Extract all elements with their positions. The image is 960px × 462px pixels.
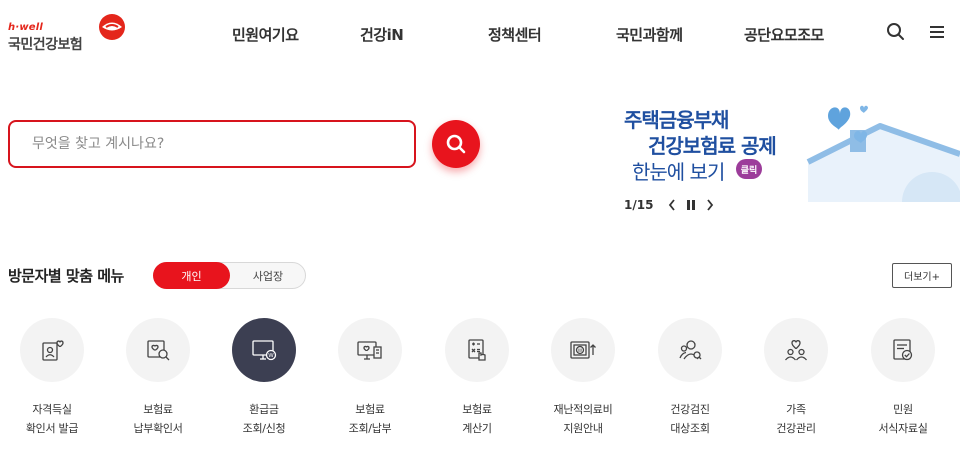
house-illustration-icon xyxy=(806,105,960,202)
quick-menu-label: 보험료 조회/납부 xyxy=(348,403,392,435)
menu-icon[interactable] xyxy=(927,22,947,42)
nav-item-civil-service[interactable]: 민원여기요 xyxy=(232,24,299,45)
people-search-icon xyxy=(679,340,702,360)
logo[interactable]: h·well 국민건강보험 xyxy=(8,12,128,54)
quick-menu-label: 가족 건강관리 xyxy=(776,403,816,435)
toggle-individual[interactable]: 개인 xyxy=(153,262,230,289)
quick-menu-item[interactable]: W 재난적의료비 지원안내 xyxy=(530,318,636,438)
monitor-won-icon: W xyxy=(252,340,277,361)
won-support-icon: W xyxy=(570,341,596,359)
quick-menu-label: 재난적의료비 지원안내 xyxy=(553,403,613,435)
quick-menu: 자격득실 확인서 발급 보험료 납부확인서 W 환급금 조회/신청 보험료 조회… xyxy=(0,318,960,462)
search-icon xyxy=(446,134,466,154)
monitor-receipt-icon xyxy=(357,341,382,360)
search-icon[interactable] xyxy=(886,22,906,42)
quick-menu-item[interactable]: W 환급금 조회/신청 xyxy=(211,318,317,438)
nav-item-about[interactable]: 공단요모조모 xyxy=(744,24,824,45)
quick-menu-label: 자격득실 확인서 발급 xyxy=(25,403,79,435)
person-card-icon xyxy=(42,340,64,361)
form-check-icon xyxy=(893,339,913,361)
promo-banner[interactable]: 주택금융부채 건강보험료 공제 한눈에 보기 클릭 xyxy=(604,96,960,202)
quick-menu-item[interactable]: 보험료 조회/납부 xyxy=(317,318,423,438)
quick-menu-item[interactable]: 건강검진 대상조회 xyxy=(637,318,743,438)
nav-item-policy-center[interactable]: 정책센터 xyxy=(488,24,542,45)
banner-pager: 1/15 xyxy=(624,198,722,212)
logo-name-text: 국민건강보험 xyxy=(8,37,83,53)
quick-menu-label: 환급금 조회/신청 xyxy=(242,403,286,435)
quick-menu-label: 건강검진 대상조회 xyxy=(670,403,710,435)
banner-line-2: 건강보험료 공제 xyxy=(648,134,777,158)
visitor-type-toggle: 개인 사업장 xyxy=(153,262,306,289)
banner-click-badge: 클릭 xyxy=(736,159,762,179)
family-heart-icon xyxy=(785,340,807,361)
logo-hwell-text: h·well xyxy=(8,22,43,33)
document-search-icon xyxy=(147,340,170,361)
quick-menu-item[interactable]: 보험료 납부확인서 xyxy=(105,318,211,438)
logo-mark-icon xyxy=(99,14,125,40)
quick-menu-item[interactable]: 보험료 계산기 xyxy=(424,318,530,438)
quick-menu-item[interactable]: 가족 건강관리 xyxy=(743,318,849,438)
quick-menu-label: 보험료 납부확인서 xyxy=(133,403,183,435)
search-box xyxy=(8,120,416,168)
search-button[interactable] xyxy=(432,120,480,168)
section-title: 방문자별 맞춤 메뉴 xyxy=(8,267,124,285)
chevron-left-icon[interactable] xyxy=(665,198,679,212)
banner-line-3: 한눈에 보기 xyxy=(632,160,725,184)
chevron-right-icon[interactable] xyxy=(703,198,717,212)
svg-text:W: W xyxy=(578,348,583,354)
calculator-icon xyxy=(468,339,486,361)
banner-page-count: 1/15 xyxy=(624,198,654,212)
quick-menu-label: 보험료 계산기 xyxy=(462,403,492,435)
svg-text:W: W xyxy=(268,353,274,359)
nav-item-health-in[interactable]: 건강iN xyxy=(360,24,404,45)
nav-item-with-public[interactable]: 국민과함께 xyxy=(616,24,683,45)
more-button[interactable]: 더보기+ xyxy=(892,263,952,288)
pause-icon[interactable] xyxy=(684,198,698,212)
banner-line-1: 주택금융부채 xyxy=(624,108,729,132)
quick-menu-label: 민원 서식자료실 xyxy=(878,403,928,435)
search-input[interactable] xyxy=(10,122,414,166)
quick-menu-item[interactable]: 민원 서식자료실 xyxy=(850,318,956,438)
toggle-business[interactable]: 사업장 xyxy=(230,263,306,288)
quick-menu-item[interactable]: 자격득실 확인서 발급 xyxy=(0,318,105,438)
